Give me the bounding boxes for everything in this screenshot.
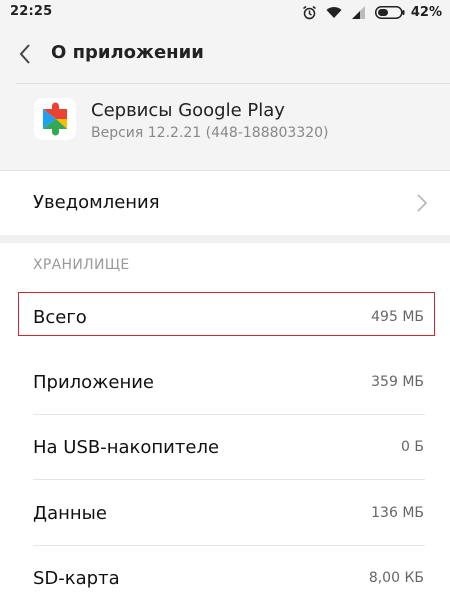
storage-row-label: На USB-накопителе [33, 437, 220, 458]
notifications-label: Уведомления [33, 192, 160, 213]
storage-section-title: ХРАНИЛИЩЕ [33, 257, 130, 273]
storage-row-usb[interactable]: На USB-накопителе 0 Б [0, 416, 450, 480]
back-arrow-icon[interactable] [16, 42, 36, 66]
battery-icon [374, 5, 405, 19]
battery-percent: 42% [410, 4, 442, 20]
notifications-row[interactable]: Уведомления [0, 170, 450, 235]
storage-row-value: 136 МБ [371, 505, 424, 521]
storage-row-value: 8,00 КБ [368, 570, 424, 586]
alarm-icon [302, 5, 317, 20]
row-divider [33, 479, 425, 480]
status-bar: 22:25 42% [0, 0, 450, 24]
storage-row-app[interactable]: Приложение 359 МБ [0, 351, 450, 415]
google-play-services-icon [34, 98, 76, 140]
storage-row-value: 495 МБ [371, 309, 424, 325]
page-title: О приложении [51, 42, 204, 63]
app-bar: О приложении [0, 24, 450, 84]
app-info-card: Сервисы Google Play Версия 12.2.21 (448-… [0, 84, 450, 170]
storage-row-label: Приложение [33, 372, 155, 393]
storage-row-sd-card[interactable]: SD-карта 8,00 КБ [0, 547, 450, 601]
storage-row-label: SD-карта [33, 568, 120, 589]
storage-row-value: 0 Б [401, 439, 424, 455]
storage-row-label: Данные [33, 503, 107, 524]
storage-row-total[interactable]: Всего 495 МБ [0, 287, 450, 351]
status-icons: 42% [293, 3, 442, 21]
storage-row-label: Всего [33, 307, 87, 328]
signal-icon [351, 5, 366, 19]
row-divider [33, 414, 425, 415]
chevron-right-icon [416, 193, 428, 213]
wifi-icon [326, 6, 342, 19]
storage-row-data[interactable]: Данные 136 МБ [0, 482, 450, 546]
row-divider [33, 545, 425, 546]
section-gap [0, 235, 450, 243]
status-time: 22:25 [10, 4, 53, 19]
app-version: Версия 12.2.21 (448-188803320) [91, 125, 329, 141]
app-name: Сервисы Google Play [91, 100, 285, 121]
storage-row-value: 359 МБ [371, 374, 424, 390]
